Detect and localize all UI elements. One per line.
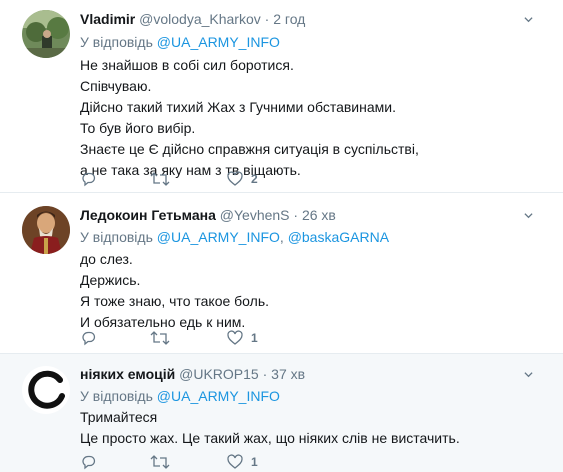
chevron-down-icon[interactable] [524, 211, 533, 220]
reply-button[interactable] [80, 169, 96, 189]
retweet-button[interactable] [150, 452, 170, 472]
reply-prefix: У відповідь [80, 34, 153, 50]
tweet-header: ніяких емоцій @UKROP15 · 37 хв [80, 366, 305, 382]
separator: · [262, 366, 268, 382]
timestamp[interactable]: 2 год [273, 11, 305, 27]
retweet-button[interactable] [150, 328, 170, 348]
like-button[interactable]: 2 [227, 169, 258, 189]
tweet-line: до слез. [80, 251, 133, 267]
display-name[interactable]: ніяких емоцій [80, 366, 175, 382]
display-name[interactable]: Vladimir [80, 11, 135, 27]
chevron-down-icon[interactable] [524, 370, 533, 379]
tweet-header: Vladimir @volodya_Kharkov · 2 год [80, 11, 305, 27]
avatar[interactable] [22, 366, 70, 414]
mention-link[interactable]: @UA_ARMY_INFO [157, 34, 280, 50]
like-button[interactable]: 1 [227, 328, 258, 348]
tweet-line: Знаєте це Є дійсно справжня ситуація в с… [80, 141, 419, 157]
user-handle[interactable]: @volodya_Kharkov [139, 11, 261, 27]
separator: · [293, 207, 299, 223]
reply-button[interactable] [80, 452, 96, 472]
reply-context: У відповідь @UA_ARMY_INFO [80, 388, 280, 404]
avatar[interactable] [22, 10, 70, 58]
reply-icon [82, 331, 96, 346]
tweet-line: Я тоже знаю, что такое боль. [80, 293, 269, 309]
mention-link[interactable]: @UA_ARMY_INFO [157, 388, 280, 404]
chevron-down-icon[interactable] [524, 15, 533, 24]
tweet-header: Ледокоин Гетьмана @YevhenS · 26 хв [80, 207, 336, 223]
like-count: 2 [251, 172, 258, 186]
tweet-text: Тримайтеся Це просто жах. Це такий жах, … [80, 407, 460, 449]
user-handle[interactable]: @YevhenS [220, 207, 290, 223]
tweet-line: Не знайшов в собі сил боротися. [80, 57, 294, 73]
like-icon [227, 171, 243, 186]
tweet-card[interactable]: ніяких емоцій @UKROP15 · 37 хв У відпові… [0, 354, 563, 472]
like-button[interactable]: 1 [227, 452, 258, 472]
avatar[interactable] [22, 206, 70, 254]
retweet-icon [150, 172, 170, 186]
tweet-line: То був його вибір. [80, 120, 196, 136]
tweet-line: Дійсно такий тихий Жах з Гучними обстави… [80, 99, 396, 115]
timestamp[interactable]: 37 хв [271, 366, 305, 382]
retweet-button[interactable] [150, 169, 170, 189]
mention-link[interactable]: @baskaGARNA [288, 229, 389, 245]
tweet-line: Тримайтеся [80, 409, 158, 425]
retweet-icon [150, 331, 170, 345]
user-handle[interactable]: @UKROP15 [179, 366, 259, 382]
reply-context: У відповідь @UA_ARMY_INFO [80, 34, 280, 50]
tweet-line: Це просто жах. Це такий жах, що ніяких с… [80, 430, 460, 446]
tweet-text: до слез. Держись. Я тоже знаю, что такое… [80, 249, 269, 333]
mention-link[interactable]: @UA_ARMY_INFO [157, 229, 280, 245]
mention-separator: , [279, 229, 288, 245]
reply-icon [82, 172, 96, 187]
tweet-line: Співчуваю. [80, 78, 152, 94]
like-count: 1 [251, 455, 258, 469]
tweet-card[interactable]: Ледокоин Гетьмана @YevhenS · 26 хв У від… [0, 193, 563, 354]
retweet-icon [150, 455, 170, 469]
reply-icon [82, 455, 96, 470]
like-icon [227, 454, 243, 469]
tweet-line: Держись. [80, 272, 141, 288]
reply-context: У відповідь @UA_ARMY_INFO, @baskaGARNA [80, 229, 389, 245]
reply-button[interactable] [80, 328, 96, 348]
tweet-card[interactable]: Vladimir @volodya_Kharkov · 2 год У відп… [0, 0, 563, 193]
reply-prefix: У відповідь [80, 388, 153, 404]
tweet-text: Не знайшов в собі сил боротися. Співчува… [80, 55, 419, 181]
like-count: 1 [251, 331, 258, 345]
like-icon [227, 330, 243, 345]
timestamp[interactable]: 26 хв [302, 207, 336, 223]
reply-prefix: У відповідь [80, 229, 153, 245]
separator: · [264, 11, 270, 27]
display-name[interactable]: Ледокоин Гетьмана [80, 207, 216, 223]
